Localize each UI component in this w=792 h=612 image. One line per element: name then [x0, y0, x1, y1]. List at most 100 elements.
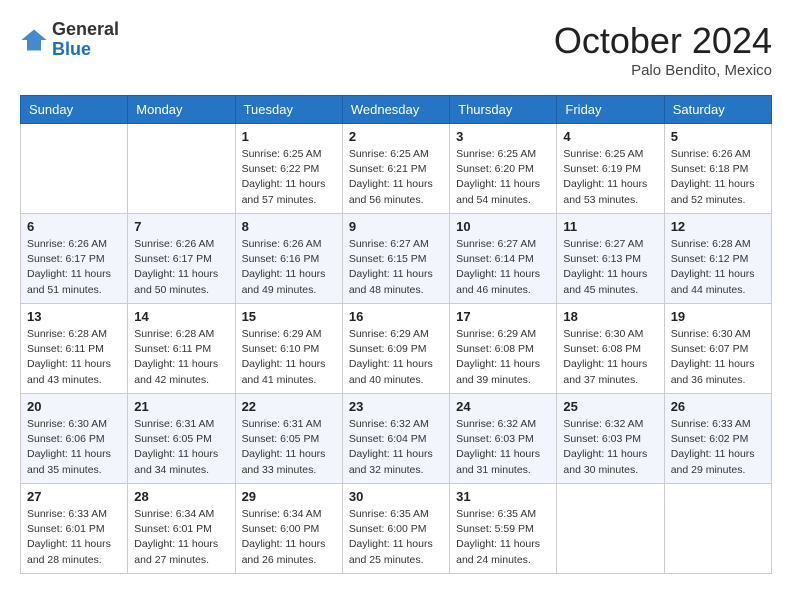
day-number: 4	[563, 129, 657, 144]
calendar-week-row: 6 Sunrise: 6:26 AM Sunset: 6:17 PM Daylig…	[21, 214, 772, 304]
day-number: 30	[349, 489, 443, 504]
day-number: 26	[671, 399, 765, 414]
day-info: Sunrise: 6:34 AM Sunset: 6:01 PM Dayligh…	[134, 507, 228, 568]
day-number: 10	[456, 219, 550, 234]
weekday-header: Saturday	[664, 96, 771, 124]
calendar-cell: 29Sunrise: 6:34 AM Sunset: 6:00 PM Dayli…	[235, 484, 342, 574]
day-info: Sunrise: 6:28 AM Sunset: 6:11 PM Dayligh…	[27, 327, 121, 388]
day-number: 31	[456, 489, 550, 504]
day-number: 2	[349, 129, 443, 144]
day-info: Sunrise: 6:25 AM Sunset: 6:20 PM Dayligh…	[456, 147, 550, 208]
page-header: General Blue October 2024 Palo Bendito, …	[20, 20, 772, 79]
weekday-header: Thursday	[450, 96, 557, 124]
day-info: Sunrise: 6:30 AM Sunset: 6:07 PM Dayligh…	[671, 327, 765, 388]
calendar-cell: 28 Sunrise: 6:34 AM Sunset: 6:01 PM Dayli…	[128, 484, 235, 574]
day-info: Sunrise: 6:33 AM Sunset: 6:02 PM Dayligh…	[671, 417, 765, 478]
day-info: Sunrise: 6:26 AM Sunset: 6:16 PM Dayligh…	[242, 237, 336, 298]
day-number: 21	[134, 399, 228, 414]
calendar-body: 1 Sunrise: 6:25 AM Sunset: 6:22 PM Daylig…	[21, 124, 772, 574]
month-title: October 2024	[554, 20, 772, 62]
day-number: 3	[456, 129, 550, 144]
calendar-cell: 22 Sunrise: 6:31 AM Sunset: 6:05 PM Dayli…	[235, 394, 342, 484]
day-info: Sunrise: 6:32 AM Sunset: 6:04 PM Dayligh…	[349, 417, 443, 478]
day-number: 25	[563, 399, 657, 414]
day-info: Sunrise: 6:30 AM Sunset: 6:06 PM Dayligh…	[27, 417, 121, 478]
day-info: Sunrise: 6:35 AM Sunset: 6:00 PM Dayligh…	[349, 507, 443, 568]
calendar-cell: 17 Sunrise: 6:29 AM Sunset: 6:08 PM Dayli…	[450, 304, 557, 394]
day-number: 17	[456, 309, 550, 324]
calendar-cell: 14 Sunrise: 6:28 AM Sunset: 6:11 PM Dayli…	[128, 304, 235, 394]
calendar-cell: 30 Sunrise: 6:35 AM Sunset: 6:00 PM Dayli…	[342, 484, 449, 574]
day-info: Sunrise: 6:27 AM Sunset: 6:15 PM Dayligh…	[349, 237, 443, 298]
calendar-week-row: 20Sunrise: 6:30 AM Sunset: 6:06 PM Dayli…	[21, 394, 772, 484]
day-number: 24	[456, 399, 550, 414]
day-number: 1	[242, 129, 336, 144]
day-info: Sunrise: 6:35 AM Sunset: 5:59 PM Dayligh…	[456, 507, 550, 568]
calendar-cell: 18Sunrise: 6:30 AM Sunset: 6:08 PM Dayli…	[557, 304, 664, 394]
calendar-cell: 9Sunrise: 6:27 AM Sunset: 6:15 PM Daylig…	[342, 214, 449, 304]
calendar-cell: 24Sunrise: 6:32 AM Sunset: 6:03 PM Dayli…	[450, 394, 557, 484]
calendar-cell: 12 Sunrise: 6:28 AM Sunset: 6:12 PM Dayli…	[664, 214, 771, 304]
calendar-cell: 26 Sunrise: 6:33 AM Sunset: 6:02 PM Dayli…	[664, 394, 771, 484]
calendar-cell	[128, 124, 235, 214]
calendar-cell: 8Sunrise: 6:26 AM Sunset: 6:16 PM Daylig…	[235, 214, 342, 304]
weekday-header: Friday	[557, 96, 664, 124]
calendar-cell: 15 Sunrise: 6:29 AM Sunset: 6:10 PM Dayli…	[235, 304, 342, 394]
calendar-week-row: 1 Sunrise: 6:25 AM Sunset: 6:22 PM Daylig…	[21, 124, 772, 214]
day-number: 5	[671, 129, 765, 144]
calendar-cell: 31 Sunrise: 6:35 AM Sunset: 5:59 PM Dayli…	[450, 484, 557, 574]
weekday-header: Tuesday	[235, 96, 342, 124]
day-number: 12	[671, 219, 765, 234]
calendar-cell: 7Sunrise: 6:26 AM Sunset: 6:17 PM Daylig…	[128, 214, 235, 304]
calendar-cell: 23 Sunrise: 6:32 AM Sunset: 6:04 PM Dayli…	[342, 394, 449, 484]
weekday-header: Wednesday	[342, 96, 449, 124]
day-info: Sunrise: 6:27 AM Sunset: 6:13 PM Dayligh…	[563, 237, 657, 298]
logo-text: General Blue	[52, 20, 119, 60]
day-info: Sunrise: 6:30 AM Sunset: 6:08 PM Dayligh…	[563, 327, 657, 388]
day-info: Sunrise: 6:32 AM Sunset: 6:03 PM Dayligh…	[563, 417, 657, 478]
day-number: 11	[563, 219, 657, 234]
calendar-header: SundayMondayTuesdayWednesdayThursdayFrid…	[21, 96, 772, 124]
day-number: 6	[27, 219, 121, 234]
day-number: 15	[242, 309, 336, 324]
calendar-week-row: 13Sunrise: 6:28 AM Sunset: 6:11 PM Dayli…	[21, 304, 772, 394]
calendar-cell	[664, 484, 771, 574]
location: Palo Bendito, Mexico	[554, 62, 772, 79]
calendar-cell: 27Sunrise: 6:33 AM Sunset: 6:01 PM Dayli…	[21, 484, 128, 574]
calendar-cell: 20Sunrise: 6:30 AM Sunset: 6:06 PM Dayli…	[21, 394, 128, 484]
day-info: Sunrise: 6:29 AM Sunset: 6:08 PM Dayligh…	[456, 327, 550, 388]
weekday-header: Monday	[128, 96, 235, 124]
day-info: Sunrise: 6:25 AM Sunset: 6:21 PM Dayligh…	[349, 147, 443, 208]
day-number: 29	[242, 489, 336, 504]
calendar-cell: 4 Sunrise: 6:25 AM Sunset: 6:19 PM Daylig…	[557, 124, 664, 214]
calendar-cell: 13Sunrise: 6:28 AM Sunset: 6:11 PM Dayli…	[21, 304, 128, 394]
day-info: Sunrise: 6:29 AM Sunset: 6:10 PM Dayligh…	[242, 327, 336, 388]
day-number: 14	[134, 309, 228, 324]
calendar-week-row: 27Sunrise: 6:33 AM Sunset: 6:01 PM Dayli…	[21, 484, 772, 574]
calendar-cell: 25 Sunrise: 6:32 AM Sunset: 6:03 PM Dayli…	[557, 394, 664, 484]
day-info: Sunrise: 6:29 AM Sunset: 6:09 PM Dayligh…	[349, 327, 443, 388]
calendar-cell: 5Sunrise: 6:26 AM Sunset: 6:18 PM Daylig…	[664, 124, 771, 214]
day-number: 16	[349, 309, 443, 324]
calendar-table: SundayMondayTuesdayWednesdayThursdayFrid…	[20, 95, 772, 574]
logo-icon	[20, 26, 48, 54]
logo-blue: Blue	[52, 39, 91, 59]
weekday-row: SundayMondayTuesdayWednesdayThursdayFrid…	[21, 96, 772, 124]
day-number: 23	[349, 399, 443, 414]
day-number: 28	[134, 489, 228, 504]
weekday-header: Sunday	[21, 96, 128, 124]
calendar-cell: 11 Sunrise: 6:27 AM Sunset: 6:13 PM Dayli…	[557, 214, 664, 304]
day-info: Sunrise: 6:25 AM Sunset: 6:22 PM Dayligh…	[242, 147, 336, 208]
day-info: Sunrise: 6:31 AM Sunset: 6:05 PM Dayligh…	[134, 417, 228, 478]
calendar-cell: 3 Sunrise: 6:25 AM Sunset: 6:20 PM Daylig…	[450, 124, 557, 214]
day-info: Sunrise: 6:31 AM Sunset: 6:05 PM Dayligh…	[242, 417, 336, 478]
day-info: Sunrise: 6:28 AM Sunset: 6:11 PM Dayligh…	[134, 327, 228, 388]
day-number: 22	[242, 399, 336, 414]
calendar-cell	[21, 124, 128, 214]
day-number: 19	[671, 309, 765, 324]
calendar-cell: 2 Sunrise: 6:25 AM Sunset: 6:21 PM Daylig…	[342, 124, 449, 214]
calendar-cell: 6 Sunrise: 6:26 AM Sunset: 6:17 PM Daylig…	[21, 214, 128, 304]
day-info: Sunrise: 6:25 AM Sunset: 6:19 PM Dayligh…	[563, 147, 657, 208]
day-info: Sunrise: 6:28 AM Sunset: 6:12 PM Dayligh…	[671, 237, 765, 298]
day-info: Sunrise: 6:26 AM Sunset: 6:17 PM Dayligh…	[27, 237, 121, 298]
